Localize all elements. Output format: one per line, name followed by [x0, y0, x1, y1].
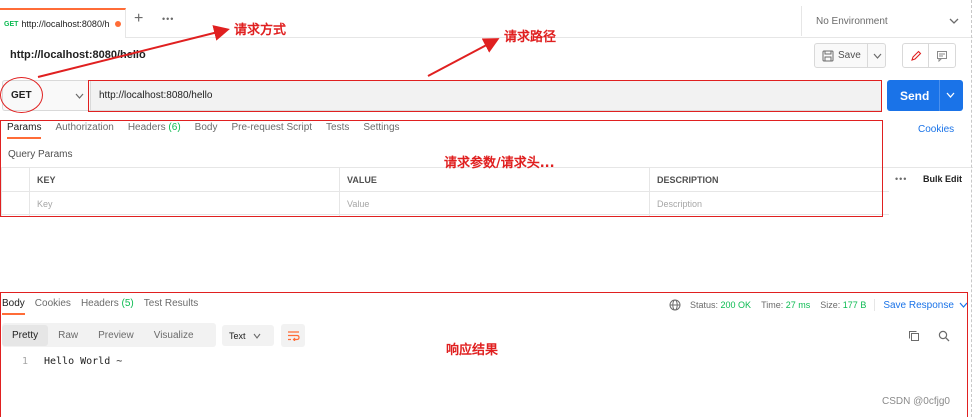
- annotation-path: 请求路径: [504, 30, 557, 45]
- watermark: CSDN @0cfjg0: [882, 396, 950, 407]
- annotation-params: 请求参数/请求头...: [444, 156, 555, 171]
- annotation-method: 请求方式: [234, 23, 287, 38]
- annotation-response: 响应结果: [446, 343, 499, 358]
- window-edge: [971, 0, 972, 417]
